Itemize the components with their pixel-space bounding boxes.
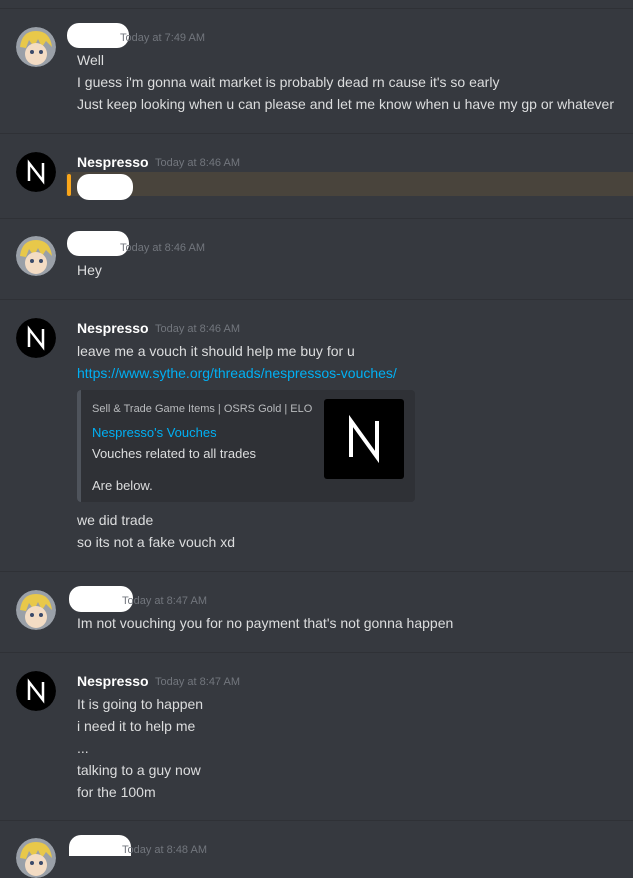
message-text: Im not vouching you for no payment that'…: [77, 615, 454, 631]
redacted-mention: [77, 174, 133, 200]
message-divider: [0, 299, 633, 300]
embed-title[interactable]: Nespresso's Vouches: [92, 425, 217, 440]
message-divider: [0, 218, 633, 219]
link-embed: Sell & Trade Game Items | OSRS Gold | EL…: [77, 390, 415, 502]
message-divider: [0, 652, 633, 653]
user-avatar[interactable]: [16, 236, 56, 276]
nespresso-avatar[interactable]: [16, 318, 56, 358]
message-divider: [0, 133, 633, 134]
nespresso-avatar[interactable]: [16, 152, 56, 192]
embed-description: Are below.: [92, 478, 153, 493]
message-timestamp: Today at 8:47 AM: [155, 676, 240, 688]
message-timestamp: Today at 8:48 AM: [122, 844, 207, 856]
embed-description: Vouches related to all trades: [92, 446, 257, 461]
message-timestamp: Today at 7:49 AM: [120, 32, 205, 44]
message-timestamp: Today at 8:46 AM: [120, 242, 205, 254]
user-avatar[interactable]: [16, 27, 56, 67]
message-text: talking to a guy now: [77, 762, 201, 778]
author-name[interactable]: Nespresso: [77, 320, 149, 336]
message-text: Just keep looking when u can please and …: [77, 96, 614, 112]
message-text: so its not a fake vouch xd: [77, 534, 235, 550]
author-name[interactable]: Nespresso: [77, 673, 149, 689]
message-divider: [0, 571, 633, 572]
message-text: ...: [77, 740, 89, 756]
message-link[interactable]: https://www.sythe.org/threads/nespressos…: [77, 362, 397, 384]
message-timestamp: Today at 8:47 AM: [122, 595, 207, 607]
message-text: i need it to help me: [77, 718, 196, 734]
message-text: Hey: [77, 262, 102, 278]
user-avatar[interactable]: [16, 590, 56, 630]
mention-highlight: [66, 172, 633, 196]
message-divider: [0, 8, 633, 9]
author-name[interactable]: Nespresso: [77, 154, 149, 170]
message-divider: [0, 820, 633, 821]
embed-thumbnail[interactable]: [324, 399, 404, 479]
message-timestamp: Today at 8:46 AM: [155, 323, 240, 335]
message-text: leave me a vouch it should help me buy f…: [77, 343, 355, 359]
user-avatar[interactable]: [16, 838, 56, 878]
mention-highlight-edge: [67, 174, 71, 196]
message-text: for the 100m: [77, 784, 156, 800]
message-text: It is going to happen: [77, 696, 204, 712]
embed-provider[interactable]: Sell & Trade Game Items | OSRS Gold | EL…: [92, 403, 312, 415]
message-text: we did trade: [77, 512, 154, 528]
message-text: Well: [77, 52, 104, 68]
embed-color-bar: [77, 390, 81, 502]
nespresso-avatar[interactable]: [16, 671, 56, 711]
message-text: I guess i'm gonna wait market is probabl…: [77, 74, 500, 90]
message-timestamp: Today at 8:46 AM: [155, 157, 240, 169]
